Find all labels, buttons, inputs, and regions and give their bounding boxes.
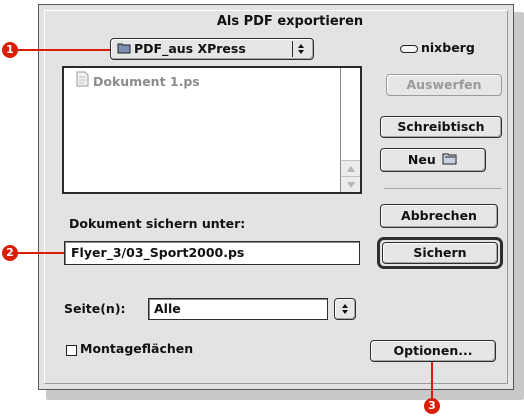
new-folder-label: Neu [407,152,436,167]
drive-icon [400,45,418,53]
new-folder-icon [442,150,458,172]
callout-1-line [18,49,110,51]
updown-arrows-icon [342,304,348,314]
scrollbar[interactable] [340,68,360,192]
save-button[interactable]: Sichern [382,242,498,264]
new-folder-button[interactable]: Neu [380,148,486,172]
folder-popup[interactable]: PDF_aus XPress [110,38,314,60]
save-as-label: Dokument sichern unter: [69,216,246,231]
pages-popup-arrows[interactable] [334,298,356,320]
pages-label: Seite(n): [64,301,126,316]
button-separator [384,188,502,189]
desktop-button[interactable]: Schreibtisch [380,116,502,138]
document-icon [76,71,89,91]
options-button[interactable]: Optionen... [370,340,496,362]
folder-popup-label: PDF_aus XPress [134,41,246,56]
cancel-button[interactable]: Abbrechen [380,204,498,228]
volume-name: nixberg [421,40,475,55]
folder-icon [117,40,131,60]
pages-input[interactable]: Alle [148,298,328,320]
callout-2: 2 [2,245,18,261]
montage-checkbox-label[interactable]: Montageflächen [80,341,193,356]
callout-2-line [18,252,64,254]
callout-3-line [431,362,433,398]
dialog-title: Als PDF exportieren [216,14,364,29]
file-list-item[interactable]: Dokument 1.ps [66,71,200,91]
updown-arrows-icon [292,41,309,57]
callout-1: 1 [2,42,18,58]
eject-button[interactable]: Auswerfen [386,74,502,96]
filename-input[interactable]: Flyer_3/03_Sport2000.ps [64,241,360,265]
callout-3: 3 [424,398,440,414]
scroll-down-button[interactable] [340,176,360,192]
montage-checkbox[interactable] [66,345,77,356]
scroll-up-button[interactable] [340,160,360,176]
file-list-item-label: Dokument 1.ps [93,73,200,89]
